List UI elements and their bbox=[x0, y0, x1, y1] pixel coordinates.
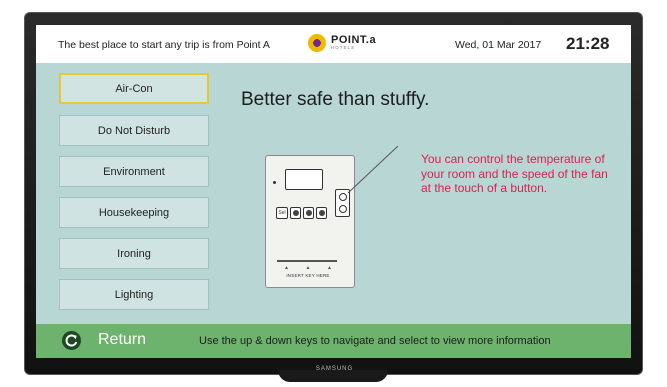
panel-indicator-dot bbox=[273, 181, 276, 184]
key-card-slot bbox=[277, 260, 337, 262]
header-bar: The best place to start any trip is from… bbox=[36, 25, 631, 63]
tv-stand bbox=[278, 370, 388, 382]
menu-item-do-not-disturb[interactable]: Do Not Disturb bbox=[59, 115, 209, 146]
menu-item-ironing[interactable]: Ironing bbox=[59, 238, 209, 269]
page-headline: Better safe than stuffy. bbox=[241, 89, 430, 110]
fan-down-icon bbox=[339, 205, 347, 213]
date-display: Wed, 01 Mar 2017 bbox=[455, 39, 542, 51]
return-button[interactable]: Return bbox=[98, 331, 146, 349]
hotel-logo: POINT.a HOTELS bbox=[308, 34, 376, 52]
menu-item-environment[interactable]: Environment bbox=[59, 156, 209, 187]
slot-arrows: ▲ ▲ ▲ bbox=[284, 265, 332, 271]
footer-bar: Return Use the up & down keys to navigat… bbox=[36, 324, 631, 358]
panel-sel-button: Sel bbox=[276, 207, 288, 219]
logo-subtitle: HOTELS bbox=[331, 45, 356, 51]
panel-button bbox=[303, 207, 314, 219]
tv-screen: The best place to start any trip is from… bbox=[36, 25, 631, 358]
menu-item-lighting[interactable]: Lighting bbox=[59, 279, 209, 310]
clock-display: 21:28 bbox=[566, 34, 610, 53]
menu-item-housekeeping[interactable]: Housekeeping bbox=[59, 197, 209, 228]
logo-icon bbox=[308, 34, 326, 52]
panel-button bbox=[290, 207, 301, 219]
panel-button bbox=[316, 207, 327, 219]
navigation-hint: Use the up & down keys to navigate and s… bbox=[199, 335, 551, 347]
menu-item-air-con[interactable]: Air-Con bbox=[59, 73, 209, 104]
callout-pointer-line bbox=[347, 145, 399, 194]
panel-display bbox=[285, 169, 323, 190]
tagline: The best place to start any trip is from… bbox=[58, 39, 270, 51]
insert-key-label: INSERT KEY HERE bbox=[286, 273, 330, 278]
return-icon[interactable] bbox=[62, 331, 81, 350]
callout-text: You can control the temperature of your … bbox=[421, 152, 608, 195]
